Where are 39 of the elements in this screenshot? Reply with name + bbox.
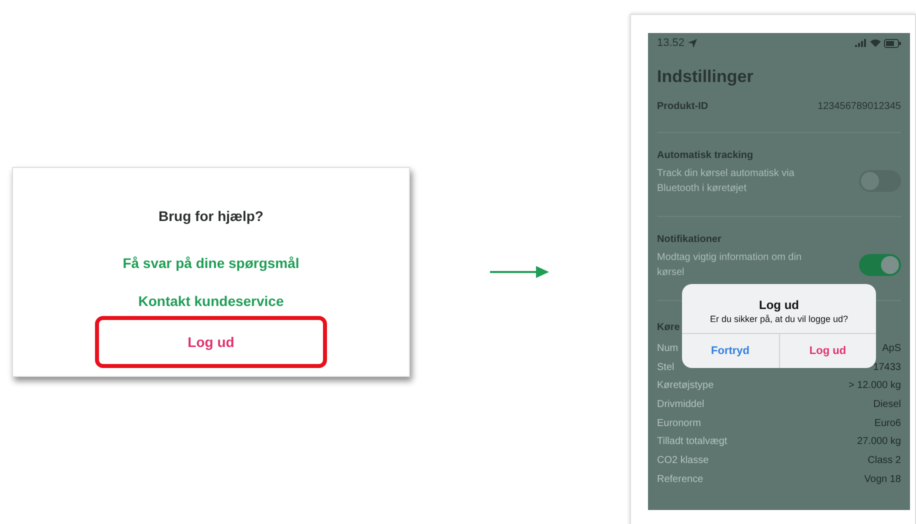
section-title: Køre <box>657 322 680 333</box>
row-value: 17433 <box>873 362 901 373</box>
row-value: Vogn 18 <box>864 474 901 485</box>
setting-description: Modtag vigtig information om din kørsel <box>657 251 803 280</box>
row-value: Euro6 <box>874 418 901 429</box>
help-link[interactable]: Kontakt kundeservice <box>138 293 284 309</box>
row-label: Køretøjstype <box>657 380 714 392</box>
toggle-switch[interactable] <box>859 254 901 276</box>
row-label: Euronorm <box>657 418 701 429</box>
screen-title: Indstillinger <box>657 67 754 87</box>
arrow-icon <box>490 265 550 279</box>
row-label: CO2 klasse <box>657 454 709 466</box>
row-label: Stel <box>657 362 674 373</box>
row-label: Tilladt totalvægt <box>657 436 728 448</box>
dialog-message: Er du sikker på, at du vil logge ud? <box>708 313 850 326</box>
setting-title: Notifikationer <box>657 234 722 245</box>
dialog-title: Log ud <box>758 297 800 312</box>
row-label: Reference <box>657 474 704 485</box>
row-value: Diesel <box>873 398 901 410</box>
wifi-icon <box>870 39 881 47</box>
setting-title: Automatisk tracking <box>657 150 754 161</box>
signal-icon <box>855 39 867 47</box>
row-value: Class 2 <box>868 454 901 466</box>
row-value: ApS <box>882 342 901 354</box>
dialog-button[interactable]: Log ud <box>778 334 876 368</box>
dialog-button[interactable]: Fortryd <box>682 334 778 368</box>
status-time: 13.52 <box>657 37 685 49</box>
product-value: 123456789012345 <box>818 101 901 112</box>
help-link[interactable]: Få svar på dine spørgsmål <box>122 255 300 271</box>
help-title: Brug for hjælp? <box>158 208 264 224</box>
product-label: Produkt-ID <box>657 101 708 112</box>
row-value: > 12.000 kg <box>848 380 901 392</box>
row-value: 27.000 kg <box>857 436 901 448</box>
row-label: Num <box>657 342 678 354</box>
row-label: Drivmiddel <box>657 398 704 410</box>
battery-icon <box>884 38 901 48</box>
setting-description: Track din kørsel automatisk via Bluetooth i køretøjet <box>657 167 796 196</box>
location-icon <box>688 38 697 48</box>
help-link[interactable]: Log ud <box>188 334 234 350</box>
